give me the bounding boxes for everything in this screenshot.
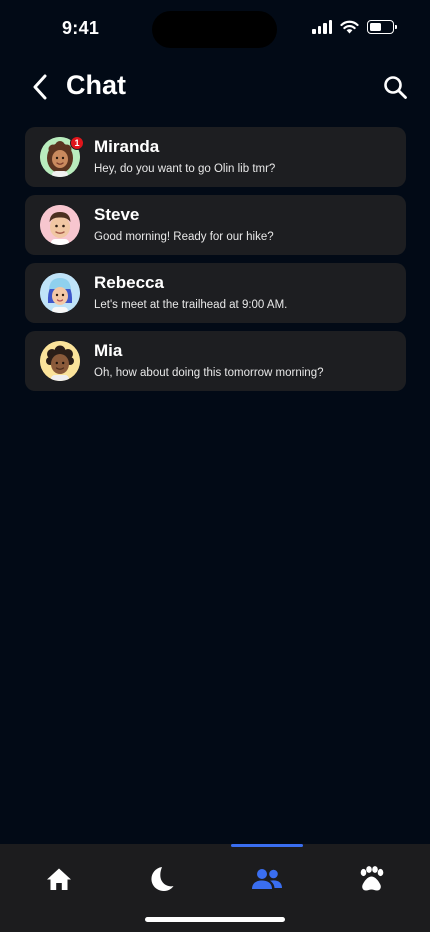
page-title: Chat [66, 70, 126, 100]
chat-name: Rebecca [94, 273, 164, 292]
chat-item-mia[interactable]: Mia Oh, how about doing this tomorrow mo… [25, 331, 406, 391]
active-tab-indicator [231, 844, 303, 847]
paw-icon [360, 866, 384, 891]
nav-sleep[interactable] [143, 862, 179, 896]
people-icon [252, 869, 282, 889]
chat-screen: 9:41 Chat 1 Miranda Hey, do you want to … [0, 0, 430, 932]
chat-item-rebecca[interactable]: Rebecca Let's meet at the trailhead at 9… [25, 263, 406, 323]
nav-friends[interactable] [249, 862, 285, 896]
chat-name: Miranda [94, 137, 160, 156]
chat-list: 1 Miranda Hey, do you want to go Olin li… [25, 127, 406, 399]
home-icon [47, 868, 71, 890]
avatar [40, 273, 80, 313]
chevron-left-icon [33, 74, 47, 100]
chat-name: Steve [94, 205, 140, 224]
chat-name: Mia [94, 341, 123, 360]
moon-icon [151, 867, 174, 891]
chat-preview: Hey, do you want to go Olin lib tmr? [94, 163, 276, 175]
home-indicator[interactable] [145, 917, 285, 922]
chat-item-miranda[interactable]: 1 Miranda Hey, do you want to go Olin li… [25, 127, 406, 187]
search-icon [383, 75, 407, 99]
search-button[interactable] [380, 72, 410, 102]
chat-preview: Good morning! Ready for our hike? [94, 231, 274, 243]
avatar [40, 341, 80, 381]
chat-preview: Oh, how about doing this tomorrow mornin… [94, 367, 324, 379]
header: Chat [0, 64, 430, 110]
status-bar: 9:41 [0, 0, 430, 58]
status-time: 9:41 [62, 18, 100, 38]
chat-preview: Let's meet at the trailhead at 9:00 AM. [94, 299, 288, 311]
nav-home[interactable] [41, 862, 77, 896]
dynamic-island [152, 11, 277, 48]
battery-icon [367, 20, 397, 34]
nav-pets[interactable] [353, 862, 389, 896]
avatar [40, 205, 80, 245]
status-icons [312, 20, 397, 34]
back-button[interactable] [26, 72, 54, 102]
unread-badge: 1 [70, 136, 84, 150]
cellular-signal-icon [312, 20, 332, 34]
chat-item-steve[interactable]: Steve Good morning! Ready for our hike? [25, 195, 406, 255]
wifi-icon [340, 20, 359, 34]
